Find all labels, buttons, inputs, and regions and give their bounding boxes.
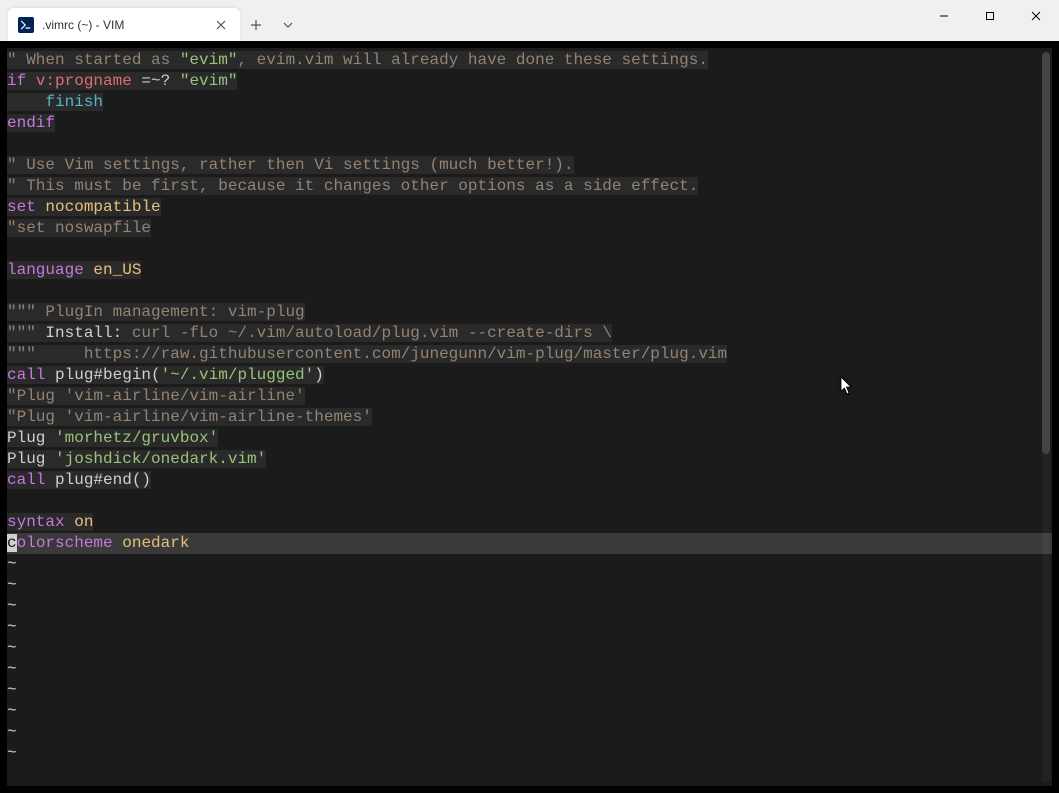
vim-empty-line: ~: [7, 680, 1052, 701]
scrollbar-thumb[interactable]: [1042, 52, 1050, 454]
close-icon: [1031, 11, 1041, 21]
code-line: Plug 'joshdick/onedark.vim': [7, 449, 1052, 470]
window-controls: [921, 0, 1059, 32]
tab-active[interactable]: .vimrc (~) - VIM: [8, 8, 240, 41]
vim-empty-line: ~: [7, 659, 1052, 680]
code-line: finish: [7, 92, 1052, 113]
vim-empty-line: ~: [7, 617, 1052, 638]
vim-empty-line: ~: [7, 596, 1052, 617]
code-line: "Plug 'vim-airline/vim-airline-themes': [7, 407, 1052, 428]
code-line: endif: [7, 113, 1052, 134]
code-line: " This must be first, because it changes…: [7, 176, 1052, 197]
code-line: call plug#begin('~/.vim/plugged'): [7, 365, 1052, 386]
new-tab-button[interactable]: [240, 8, 272, 41]
code-line: """ https://raw.githubusercontent.com/ju…: [7, 344, 1052, 365]
code-line: "set noswapfile: [7, 218, 1052, 239]
window-titlebar: .vimrc (~) - VIM: [0, 0, 1059, 41]
code-line: [7, 134, 1052, 155]
tab-dropdown-button[interactable]: [272, 8, 304, 41]
code-line: syntax on: [7, 512, 1052, 533]
plus-icon: [250, 19, 262, 31]
code-line: " Use Vim settings, rather then Vi setti…: [7, 155, 1052, 176]
terminal-wrapper: " When started as "evim", evim.vim will …: [0, 41, 1059, 793]
code-line: " When started as "evim", evim.vim will …: [7, 50, 1052, 71]
scrollbar[interactable]: [1042, 52, 1050, 782]
maximize-button[interactable]: [967, 0, 1013, 32]
tab-strip: .vimrc (~) - VIM: [0, 8, 304, 41]
code-line: set nocompatible: [7, 197, 1052, 218]
vim-cursor: c: [7, 534, 17, 552]
powershell-icon: [18, 17, 34, 33]
code-line: [7, 491, 1052, 512]
vim-empty-line: ~: [7, 722, 1052, 743]
code-line: [7, 281, 1052, 302]
code-line: [7, 239, 1052, 260]
minimize-button[interactable]: [921, 0, 967, 32]
chevron-down-icon: [282, 19, 294, 31]
code-line: call plug#end(): [7, 470, 1052, 491]
code-line: """ Install: curl -fLo ~/.vim/autoload/p…: [7, 323, 1052, 344]
code-line: Plug 'morhetz/gruvbox': [7, 428, 1052, 449]
vim-empty-line: ~: [7, 701, 1052, 722]
code-line: """ PlugIn management: vim-plug: [7, 302, 1052, 323]
tab-title: .vimrc (~) - VIM: [42, 18, 212, 32]
vim-empty-line: ~: [7, 743, 1052, 764]
vim-empty-line: ~: [7, 575, 1052, 596]
close-button[interactable]: [1013, 0, 1059, 32]
vim-empty-line: ~: [7, 638, 1052, 659]
maximize-icon: [985, 11, 995, 21]
code-line: colorscheme onedark: [7, 533, 1052, 554]
vim-empty-line: ~: [7, 554, 1052, 575]
code-line: language en_US: [7, 260, 1052, 281]
minimize-icon: [939, 11, 949, 21]
code-line: "Plug 'vim-airline/vim-airline': [7, 386, 1052, 407]
tab-close-button[interactable]: [212, 16, 230, 34]
vim-editor[interactable]: " When started as "evim", evim.vim will …: [7, 48, 1052, 786]
code-line: if v:progname =~? "evim": [7, 71, 1052, 92]
